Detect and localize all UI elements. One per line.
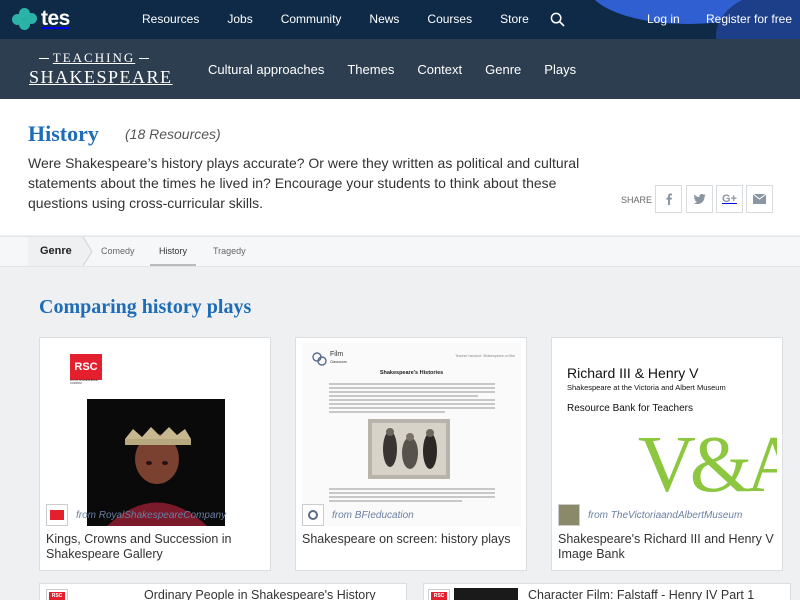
- bfi-logo-icon: [302, 504, 324, 526]
- share-label: SHARE: [621, 195, 653, 205]
- nav-resources[interactable]: Resources: [142, 12, 199, 26]
- rsc-logo-caption: ROYAL SHAKESPEARE COMPANY: [70, 379, 98, 385]
- subnav-plays[interactable]: Plays: [544, 62, 576, 77]
- facebook-icon: [665, 193, 672, 205]
- register-link[interactable]: Register for free: [706, 12, 792, 26]
- card-source: from RoyalShakespeareCompany: [46, 504, 226, 526]
- rsc-logo-icon: RSC: [46, 589, 68, 600]
- subnav-cultural-approaches[interactable]: Cultural approaches: [208, 62, 324, 77]
- share-twitter-button[interactable]: [686, 185, 713, 213]
- subnav-context[interactable]: Context: [417, 62, 462, 77]
- resource-card-compact[interactable]: RSC Ordinary People in Shakespeare's His…: [39, 583, 407, 600]
- teaching-shakespeare-logo[interactable]: TEACHING SHAKESPEARE: [29, 50, 173, 88]
- share-google-plus-button[interactable]: G+: [716, 185, 743, 213]
- tes-logo-text: tes: [41, 7, 70, 30]
- section-title: Comparing history plays: [39, 296, 252, 318]
- teaching-shakespeare-bar: TEACHING SHAKESPEARE Cultural approaches…: [0, 39, 800, 99]
- card-thumbnail: RSC ROYAL SHAKESPEARE COMPANY: [46, 343, 265, 526]
- top-navigation-bar: tes Resources Jobs Community News Course…: [0, 0, 800, 39]
- thumb-line1: Richard III & Henry V: [567, 365, 699, 381]
- thumb-text-block: [329, 488, 495, 504]
- va-museum-icon: [558, 504, 580, 526]
- tes-logo-icon: [12, 8, 38, 30]
- rsc-logo: RSC: [70, 354, 102, 380]
- rsc-logo-icon: RSC: [428, 589, 450, 600]
- search-icon[interactable]: [550, 12, 565, 27]
- bfi-logo-icon: [312, 351, 327, 366]
- nav-community[interactable]: Community: [281, 12, 342, 26]
- share-email-button[interactable]: [746, 185, 773, 213]
- resource-card[interactable]: Film Classroom Teacher handout: Shakespe…: [295, 337, 527, 571]
- nav-store[interactable]: Store: [500, 12, 529, 26]
- breadcrumb-separator-icon: [83, 237, 93, 266]
- nav-courses[interactable]: Courses: [427, 12, 472, 26]
- page-header: History (18 Resources) Were Shakespeare’…: [0, 99, 800, 235]
- login-link[interactable]: Log in: [647, 12, 680, 26]
- breadcrumb-item-history[interactable]: History: [150, 246, 197, 266]
- page-title: History: [28, 121, 99, 146]
- card-thumbnail: Film Classroom Teacher handout: Shakespe…: [302, 343, 521, 526]
- va-logo: V&A: [638, 421, 777, 509]
- card-title[interactable]: Shakespeare's Richard III and Henry V Im…: [558, 532, 780, 562]
- section-nav: Cultural approaches Themes Context Genre…: [208, 62, 599, 77]
- card-source: from BFIeducation: [302, 504, 414, 526]
- card-thumbnail: [454, 588, 518, 600]
- rsc-logo-icon: [46, 504, 68, 526]
- nav-jobs[interactable]: Jobs: [227, 12, 252, 26]
- google-plus-icon: G+: [722, 193, 737, 205]
- card-source-text[interactable]: from BFIeducation: [332, 510, 414, 521]
- breadcrumb-item-tragedy[interactable]: Tragedy: [213, 246, 246, 256]
- resource-card[interactable]: RSC ROYAL SHAKESPEARE COMPANY from Royal…: [39, 337, 271, 571]
- resource-card[interactable]: Richard III & Henry V Shakespeare at the…: [551, 337, 783, 571]
- thumb-corner-text: Teacher handout: Shakespeare on film: [455, 354, 515, 358]
- bfi-logo: Film Classroom: [312, 351, 347, 366]
- subnav-themes[interactable]: Themes: [347, 62, 394, 77]
- resource-card-compact[interactable]: RSC Character Film: Falstaff - Henry IV …: [423, 583, 791, 600]
- resource-count: (18 Resources): [125, 126, 221, 142]
- thumb-line2: Shakespeare at the Victoria and Albert M…: [567, 383, 726, 392]
- card-title[interactable]: Kings, Crowns and Succession in Shakespe…: [46, 532, 268, 562]
- breadcrumb-root[interactable]: Genre: [28, 237, 84, 266]
- card-thumbnail: Richard III & Henry V Shakespeare at the…: [558, 343, 777, 526]
- film-still-photo: [368, 419, 450, 479]
- genre-breadcrumb: Genre Comedy History Tragedy: [0, 236, 800, 267]
- page-description: Were Shakespeare’s history plays accurat…: [28, 155, 580, 211]
- main-nav: Resources Jobs Community News Courses St…: [142, 12, 557, 26]
- nav-news[interactable]: News: [369, 12, 399, 26]
- brand-bottom-text: SHAKESPEARE: [29, 67, 173, 87]
- subnav-genre[interactable]: Genre: [485, 62, 521, 77]
- thumb-text-block: [329, 383, 495, 415]
- breadcrumb-item-comedy[interactable]: Comedy: [101, 246, 135, 256]
- card-source-text[interactable]: from TheVictoriaandAlbertMuseum: [588, 510, 742, 521]
- card-title[interactable]: Shakespeare on screen: history plays: [302, 532, 524, 547]
- brand-top-text: TEACHING: [29, 50, 159, 66]
- email-icon: [753, 194, 766, 204]
- card-title[interactable]: Ordinary People in Shakespeare's History: [144, 588, 376, 600]
- thumb-line3: Resource Bank for Teachers: [567, 403, 693, 414]
- card-source-text[interactable]: from RoyalShakespeareCompany: [76, 510, 226, 521]
- card-source: from TheVictoriaandAlbertMuseum: [558, 504, 742, 526]
- thumb-heading: Shakespeare's Histories: [379, 370, 444, 376]
- share-facebook-button[interactable]: [655, 185, 682, 213]
- twitter-icon: [693, 194, 706, 205]
- tes-logo[interactable]: tes: [12, 7, 70, 31]
- card-title[interactable]: Character Film: Falstaff - Henry IV Part…: [528, 588, 754, 600]
